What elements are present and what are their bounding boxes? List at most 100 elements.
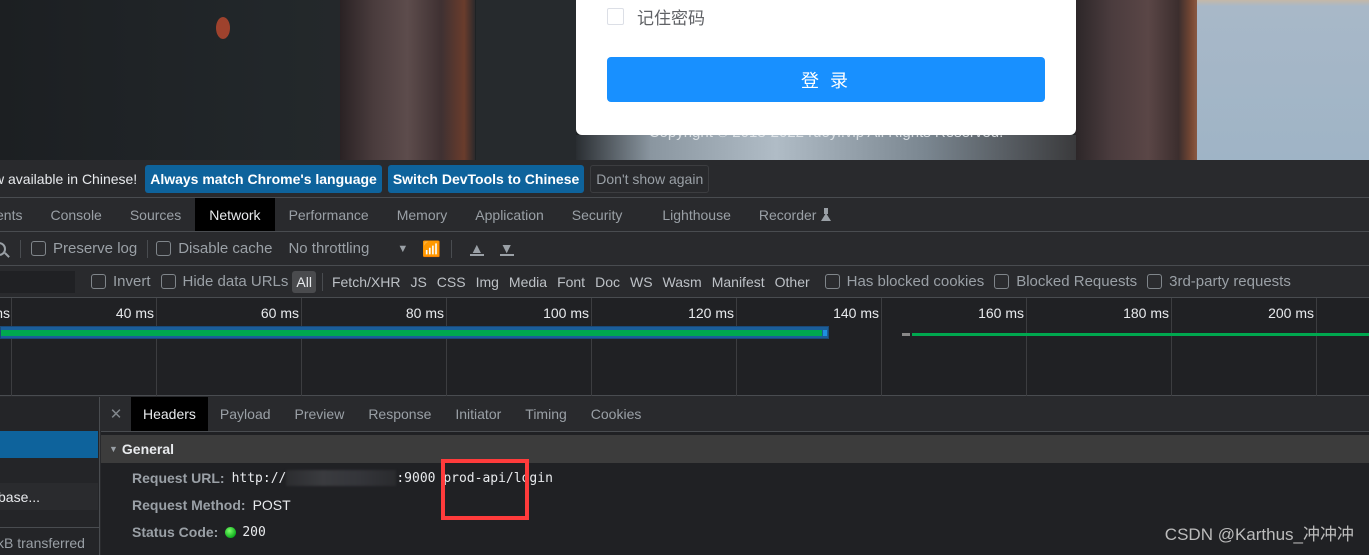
general-section-header[interactable]: ▼ General	[101, 435, 1369, 463]
close-icon[interactable]: ✕	[101, 397, 131, 431]
network-conditions-icon[interactable]: 📶	[422, 240, 441, 258]
screenshot: Copyright © 2018-2022 ruoyi.vip All Righ…	[0, 0, 1369, 555]
request-method-value: POST	[252, 497, 291, 513]
remember-password-checkbox[interactable]: 记住密码	[607, 4, 705, 29]
dropdown-arrow-icon[interactable]: ▼	[397, 243, 408, 255]
filter-type-other[interactable]: Other	[772, 274, 813, 290]
tab-network[interactable]: Network	[195, 198, 275, 231]
divider	[321, 272, 323, 291]
request-url-label: Request URL:	[132, 470, 225, 486]
tab-payload[interactable]: Payload	[208, 397, 283, 431]
tab-recorder[interactable]: Recorder	[745, 198, 846, 231]
status-code-label: Status Code:	[132, 524, 219, 540]
login-button[interactable]: 登 录	[607, 57, 1045, 102]
checkbox-box[interactable]	[824, 274, 840, 289]
match-chrome-language-button[interactable]: Always match Chrome's language	[145, 164, 382, 193]
filter-type-wasm[interactable]: Wasm	[660, 274, 705, 290]
tick-label: 200 ms	[1268, 305, 1314, 321]
preserve-log-checkbox[interactable]: Preserve log	[31, 240, 137, 257]
invert-checkbox[interactable]: Invert	[91, 273, 151, 290]
general-title: General	[121, 441, 175, 457]
devtools-tabs: ents Console Sources Network Performance…	[0, 198, 1369, 232]
has-blocked-cookies-checkbox[interactable]: Has blocked cookies	[824, 273, 985, 290]
request-row-selected[interactable]	[0, 431, 98, 458]
hide-data-urls-checkbox[interactable]: Hide data URLs	[160, 273, 289, 290]
tab-performance[interactable]: Performance	[275, 198, 383, 231]
grid-line	[446, 298, 447, 396]
filter-type-css[interactable]: CSS	[434, 274, 469, 290]
tab-recorder-label: Recorder	[758, 206, 817, 223]
tab-sources[interactable]: Sources	[116, 198, 195, 231]
tab-headers[interactable]: Headers	[131, 397, 208, 431]
request-row[interactable]: base...	[0, 483, 98, 510]
checkbox-box[interactable]	[607, 8, 624, 25]
transferred-text: kB transferred	[0, 535, 85, 551]
grid-line	[1171, 298, 1172, 396]
tab-security[interactable]: Security	[558, 198, 637, 231]
third-party-requests-checkbox[interactable]: 3rd-party requests	[1147, 273, 1291, 290]
checkbox-box[interactable]	[91, 274, 106, 289]
experimental-flask-icon	[821, 208, 832, 221]
tick-label: ms	[0, 305, 10, 321]
tab-timing[interactable]: Timing	[513, 397, 579, 431]
checkbox-box[interactable]	[1147, 274, 1163, 289]
request-name: base...	[0, 488, 41, 505]
tab-console[interactable]: Console	[36, 198, 115, 231]
infobar-message: w available in Chinese!	[0, 170, 138, 187]
tab-preview[interactable]: Preview	[283, 397, 357, 431]
bg-detail	[1075, 0, 1197, 160]
request-timing-stub	[902, 333, 910, 336]
filter-type-doc[interactable]: Doc	[592, 274, 623, 290]
filter-type-ws[interactable]: WS	[627, 274, 656, 290]
request-timing-bar-2	[912, 333, 1369, 336]
tab-application[interactable]: Application	[461, 198, 558, 231]
filter-type-manifest[interactable]: Manifest	[709, 274, 768, 290]
collapse-triangle-icon[interactable]: ▼	[109, 444, 118, 454]
request-method-label: Request Method:	[132, 497, 246, 513]
transferred-status: kB transferred	[0, 527, 100, 555]
checkbox-box[interactable]	[156, 241, 172, 256]
blocked-requests-label: Blocked Requests	[1016, 273, 1138, 290]
login-card: 记住密码 登 录	[576, 0, 1076, 135]
dont-show-again-button[interactable]: Don't show again	[590, 164, 710, 193]
tab-initiator[interactable]: Initiator	[443, 397, 513, 431]
tab-cookies[interactable]: Cookies	[579, 397, 654, 431]
filter-input[interactable]	[0, 270, 75, 293]
divider	[450, 239, 452, 258]
filter-type-all[interactable]: All	[292, 270, 316, 293]
watermark: CSDN @Karthus_冲冲冲	[1164, 525, 1354, 544]
import-har-icon[interactable]: ▲	[469, 241, 484, 256]
checkbox-box[interactable]	[994, 274, 1010, 289]
search-icon[interactable]	[0, 241, 6, 256]
filter-type-media[interactable]: Media	[506, 274, 550, 290]
grid-line	[736, 298, 737, 396]
tick-label: 160 ms	[978, 305, 1024, 321]
filter-type-font[interactable]: Font	[554, 274, 588, 290]
blocked-requests-checkbox[interactable]: Blocked Requests	[994, 273, 1137, 290]
tab-elements[interactable]: ents	[0, 198, 36, 231]
request-url-prefix: http://	[231, 470, 287, 486]
tick-label: 40 ms	[115, 305, 154, 321]
invert-label: Invert	[113, 273, 151, 290]
request-list: base... kB transferred	[0, 397, 100, 555]
tab-lighthouse[interactable]: Lighthouse	[648, 198, 745, 231]
checkbox-box[interactable]	[160, 274, 176, 289]
devtools-panel: w available in Chinese! Always match Chr…	[0, 160, 1369, 555]
tab-memory[interactable]: Memory	[383, 198, 462, 231]
filter-type-fetch-xhr[interactable]: Fetch/XHR	[329, 274, 403, 290]
filter-type-js[interactable]: JS	[407, 274, 429, 290]
tab-response[interactable]: Response	[356, 397, 443, 431]
export-har-icon[interactable]: ▼	[499, 241, 514, 256]
preserve-log-label: Preserve log	[53, 240, 138, 257]
throttling-select[interactable]: No throttling	[288, 240, 369, 257]
third-party-requests-label: 3rd-party requests	[1169, 273, 1291, 290]
checkbox-box[interactable]	[31, 241, 46, 256]
network-overview-timeline[interactable]: ms 40 ms 60 ms 80 ms 100 ms 120 ms 140 m…	[0, 298, 1369, 396]
bg-detail	[340, 0, 475, 160]
tick-label: 60 ms	[260, 305, 299, 321]
filter-type-img[interactable]: Img	[473, 274, 502, 290]
hide-data-urls-label: Hide data URLs	[182, 273, 289, 290]
has-blocked-cookies-label: Has blocked cookies	[846, 273, 985, 290]
disable-cache-checkbox[interactable]: Disable cache	[156, 240, 272, 257]
switch-to-chinese-button[interactable]: Switch DevTools to Chinese	[387, 164, 585, 193]
